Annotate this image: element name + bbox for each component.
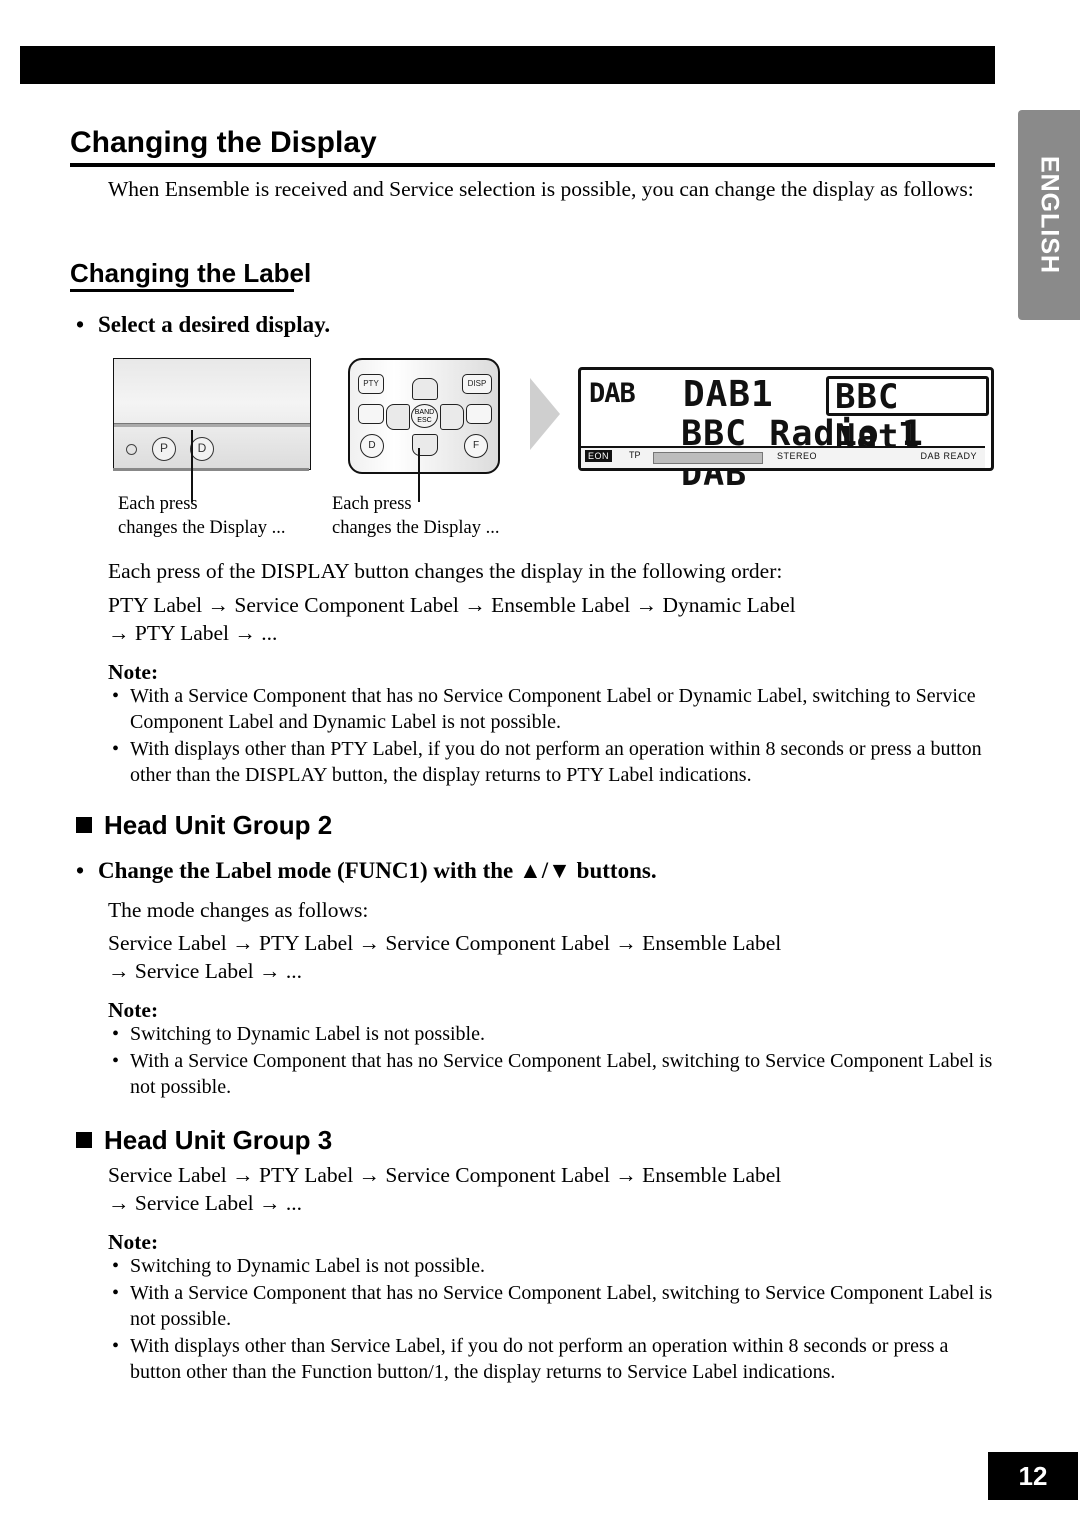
remote-button-blank-left	[358, 404, 384, 424]
remote-button-d: D	[360, 434, 384, 458]
remote-button-blank-right	[466, 404, 492, 424]
group2-sequence-2: → Service Label → ...	[108, 959, 303, 983]
caption-left: Each press changes the Display ...	[118, 492, 318, 540]
group2-title: Head Unit Group 2	[104, 810, 333, 840]
language-tab-label: ENGLISH	[1035, 155, 1064, 275]
caption-right-line1: Each press	[332, 494, 412, 514]
caption-left-line2: changes the Display ...	[118, 518, 286, 538]
display-screen: DAB DAB1 BBC Natl BBC Radio 1 DAB EON TP…	[578, 367, 994, 494]
indicator-stereo: STEREO	[777, 451, 818, 461]
indicator-tp: TP	[629, 450, 641, 460]
manual-page: ENGLISH Changing the Display When Ensemb…	[0, 0, 1080, 1533]
section-heading-changing-label: Changing the Label	[70, 258, 312, 288]
note-item: With a Service Component that has no Ser…	[108, 1280, 993, 1332]
remote-dpad-down	[412, 434, 438, 456]
page-title-underline	[70, 163, 995, 167]
display-service-box: BBC Natl	[826, 376, 989, 457]
bullet-change-label-mode: • Change the Label mode (FUNC1) with the …	[76, 858, 657, 884]
remote-button-band-esc: BAND ESC	[411, 404, 438, 428]
remote-dpad-left	[386, 404, 410, 430]
display-ensemble-name: DAB1	[683, 374, 774, 415]
display-order-sequence-1: PTY Label → Service Component Label → En…	[108, 593, 796, 617]
group2-sequence-1: Service Label → PTY Label → Service Comp…	[108, 931, 782, 955]
section-head-unit-group-2: Head Unit Group 2	[76, 810, 332, 841]
group3-sequence-2: → Service Label → ...	[108, 1191, 303, 1215]
caption-right: Each press changes the Display ...	[332, 492, 552, 540]
arrow-to-display	[530, 378, 560, 450]
display-line-1: DAB DAB1 BBC Natl	[589, 374, 989, 457]
head-unit-illustration: P D	[113, 358, 311, 470]
note-item: With a Service Component that has no Ser…	[108, 1048, 993, 1100]
indicator-dab-ready: DAB READY	[920, 451, 977, 461]
display-indicator-bar: EON TP STEREO DAB READY	[581, 446, 985, 468]
notes-group2: Switching to Dynamic Label is not possib…	[108, 1021, 993, 1101]
intro-paragraph: When Ensemble is received and Service se…	[108, 177, 974, 201]
section-head-unit-group-3: Head Unit Group 3	[76, 1125, 332, 1156]
dab-icon: DAB	[589, 378, 636, 409]
remote-esc-label: ESC	[417, 417, 432, 424]
notes-display: With a Service Component that has no Ser…	[108, 683, 993, 789]
remote-dpad-right	[440, 404, 464, 430]
page-number: 12	[988, 1452, 1078, 1500]
display-order-sequence-2: → PTY Label → ...	[108, 621, 278, 645]
head-unit-base-line	[113, 468, 309, 471]
note-item: With displays other than PTY Label, if y…	[108, 736, 993, 788]
panel-button-d: D	[190, 437, 214, 461]
top-black-bar	[20, 46, 995, 84]
bullet-dot: •	[76, 312, 85, 337]
remote-band-label: BAND	[414, 409, 435, 416]
remote-button-pty: PTY	[358, 374, 384, 394]
remote-button-disp: DISP	[462, 374, 492, 394]
display-order-lead-in: Each press of the DISPLAY button changes…	[108, 559, 783, 583]
bullet-select-display: • Select a desired display.	[76, 312, 330, 338]
group3-title: Head Unit Group 3	[104, 1125, 333, 1155]
bullet-change-label-mode-label: Change the Label mode (FUNC1) with the ▲…	[98, 858, 657, 883]
bullet-select-display-label: Select a desired display.	[98, 312, 331, 337]
note-label-2: Note:	[108, 998, 159, 1022]
bullet-dot: •	[76, 858, 85, 883]
language-tab: ENGLISH	[1018, 110, 1080, 320]
note-item: With a Service Component that has no Ser…	[108, 683, 993, 735]
group3-sequence-1: Service Label → PTY Label → Service Comp…	[108, 1163, 782, 1187]
caption-left-line1: Each press	[118, 494, 198, 514]
note-item: Switching to Dynamic Label is not possib…	[108, 1253, 993, 1279]
panel-divider	[114, 423, 310, 427]
remote-button-f: F	[464, 434, 488, 458]
square-bullet-icon	[76, 1132, 92, 1148]
remote-dpad: BAND ESC	[386, 378, 464, 456]
signal-bargraph	[653, 452, 763, 464]
panel-button-p: P	[152, 437, 176, 461]
indicator-eon: EON	[585, 450, 613, 462]
group2-mode-intro: The mode changes as follows:	[108, 898, 369, 922]
note-label-1: Note:	[108, 660, 159, 684]
square-bullet-icon	[76, 817, 92, 833]
section-heading-underline	[70, 289, 294, 292]
note-label-3: Note:	[108, 1230, 159, 1254]
remote-dpad-up	[412, 378, 438, 400]
note-item: With displays other than Service Label, …	[108, 1333, 993, 1385]
panel-indicator-dot	[126, 444, 137, 455]
page-title: Changing the Display	[70, 126, 377, 159]
notes-group3: Switching to Dynamic Label is not possib…	[108, 1253, 993, 1386]
remote-control-illustration: PTY DISP D F BAND ESC	[348, 358, 500, 474]
note-item: Switching to Dynamic Label is not possib…	[108, 1021, 993, 1047]
caption-right-line2: changes the Display ...	[332, 518, 500, 538]
